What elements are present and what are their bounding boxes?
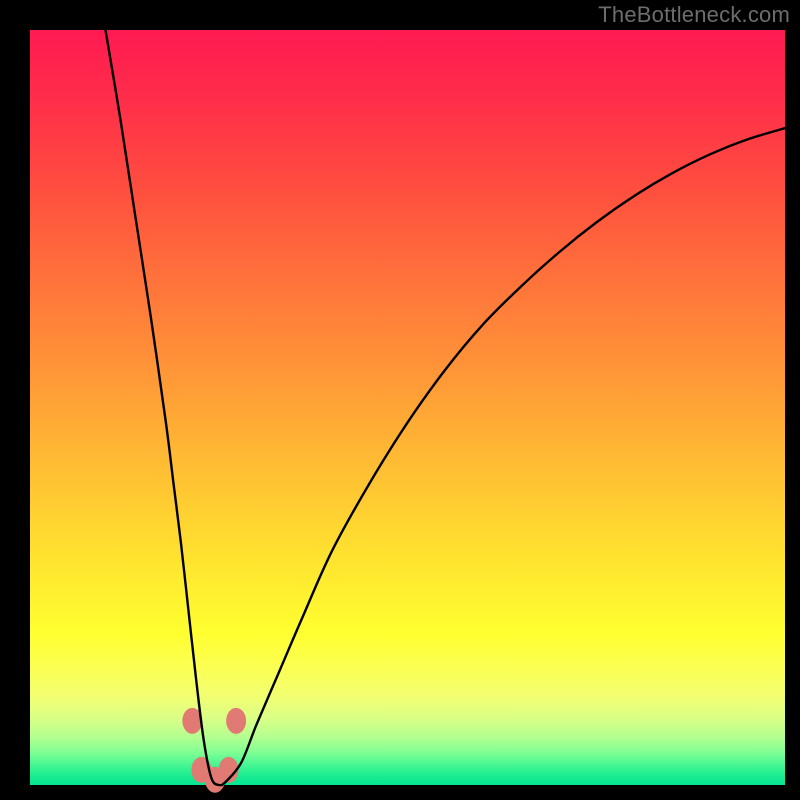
marker-group [182,708,246,793]
bottleneck-curve [106,30,786,785]
marker-dot [226,708,246,734]
chart-stage: TheBottleneck.com [0,0,800,800]
watermark-text: TheBottleneck.com [598,2,790,28]
chart-svg [30,30,785,785]
plot-area [30,30,785,785]
